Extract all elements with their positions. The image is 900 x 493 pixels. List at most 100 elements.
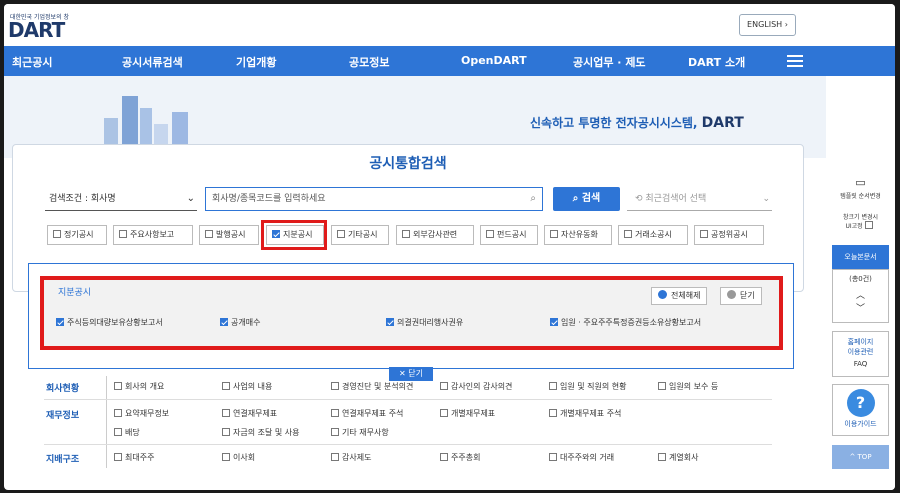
checkbox-icon [402, 230, 410, 238]
nav-doc-search[interactable]: 공시서류검색 [122, 54, 183, 70]
chip-label: 외부감사관련 [413, 230, 458, 239]
english-button[interactable]: ENGLISH › [739, 14, 796, 36]
close-tab-button[interactable]: ✕ 닫기 [389, 367, 433, 381]
checkbox-icon [549, 409, 557, 417]
user-guide-button[interactable]: ? 이용가이드 [832, 384, 889, 436]
grid-item[interactable]: 최대주주 [114, 452, 154, 463]
grid-item[interactable]: 자금의 조달 및 사용 [222, 427, 300, 438]
checkbox-icon [440, 409, 448, 417]
grid-item[interactable]: 기타 재무사항 [331, 427, 389, 438]
template-order-link[interactable]: 템플릿 순서변경 [826, 191, 895, 200]
ui-fixed-label: UI고정 [845, 223, 863, 230]
today-viewed-header: 오늘본문서 [832, 245, 889, 269]
check-circle-icon [658, 290, 667, 299]
chip-label: 기타공시 [348, 230, 378, 239]
grid-item[interactable]: 감사제도 [331, 452, 371, 463]
subitem-label: 공개매수 [231, 318, 261, 327]
grid-item-label: 연결재무제표 [233, 409, 278, 418]
grid-item[interactable]: 연결재무제표 [222, 408, 277, 419]
chip-label: 거래소공시 [635, 230, 672, 239]
nav-opendart[interactable]: OpenDART [461, 54, 527, 67]
grid-item-label: 감사인의 감사의견 [451, 382, 513, 391]
subitem-large-holding[interactable]: 주식등의대량보유상황보고서 [56, 318, 163, 328]
equity-subpanel-content: 지분공시 전체해제 닫기 주식등의대량보유상황보고서 공개매수 의결권대리행사권… [40, 276, 783, 350]
nav-recent[interactable]: 최근공시 [12, 54, 52, 70]
main-nav: 최근공시 공시서류검색 기업개황 공모정보 OpenDART 공시업무 · 제도… [4, 46, 895, 76]
chip-audit[interactable]: 외부감사관련 [396, 225, 474, 245]
grid-item[interactable]: 대주주와의 거래 [549, 452, 614, 463]
chip-periodic[interactable]: 정기공시 [47, 225, 107, 245]
chevron-up-icon[interactable]: ︿ [833, 288, 888, 301]
checkbox-icon [440, 382, 448, 390]
chip-securitization[interactable]: 자산유동화 [544, 225, 612, 245]
chip-label: 펀드공시 [497, 230, 527, 239]
grid-item[interactable]: 주주총회 [440, 452, 480, 463]
nav-company[interactable]: 기업개황 [236, 54, 276, 70]
homepage-label: 이용관련 [847, 348, 874, 356]
subitem-tender-offer[interactable]: 공개매수 [220, 318, 260, 328]
homepage-faq-button[interactable]: 홈페이지 이용관련 FAQ [832, 331, 889, 377]
grid-item[interactable]: 요약재무정보 [114, 408, 169, 419]
grid-item[interactable]: 경영진단 및 분석의견 [331, 381, 413, 392]
grid-item[interactable]: 임원 및 직원의 현황 [549, 381, 627, 392]
today-viewed-box: (총0건) ︿ ﹀ [832, 269, 889, 323]
chevron-down-icon: ⌄ [186, 193, 195, 204]
checkbox-checked-icon [550, 318, 558, 326]
faq-label: FAQ [853, 360, 868, 368]
chip-fund[interactable]: 펀드공시 [480, 225, 538, 245]
quick-sidebar: ▭ 템플릿 순서변경 창크기 변경시 UI고정 오늘본문서 (총0건) ︿ ﹀ … [826, 76, 895, 490]
grid-item[interactable]: 이사회 [222, 452, 255, 463]
grid-item-label: 이사회 [233, 453, 256, 462]
grid-item[interactable]: 연결재무제표 주석 [331, 408, 403, 419]
hero-tagline: 신속하고 투명한 전자공시시스템, DART [530, 114, 744, 131]
nav-offering[interactable]: 공모정보 [349, 54, 389, 70]
checkbox-icon [658, 453, 666, 461]
select-all-button[interactable]: 전체해제 [651, 287, 708, 305]
chip-exchange[interactable]: 거래소공시 [618, 225, 688, 245]
grid-item-label: 기타 재무사항 [342, 428, 389, 437]
subitem-executive[interactable]: 임원 · 주요주주특정증권등소유상황보고서 [550, 318, 720, 328]
grid-item-label: 요약재무정보 [125, 409, 170, 418]
checkbox-icon [331, 428, 339, 436]
search-input[interactable]: 회사명/종목코드를 입력하세요 ⌕ [205, 187, 543, 211]
checkbox-icon [440, 453, 448, 461]
grid-divider [44, 444, 772, 445]
chip-major[interactable]: 주요사항보고 [113, 225, 193, 245]
grid-item[interactable]: 회사의 개요 [114, 381, 164, 392]
close-circle-icon [727, 290, 736, 299]
grid-item-label: 계열회사 [669, 453, 699, 462]
nav-system[interactable]: 공시업무 · 제도 [573, 54, 646, 70]
checkbox-icon [331, 409, 339, 417]
grid-item[interactable]: 계열회사 [658, 452, 698, 463]
top-label: TOP [857, 453, 872, 461]
hamburger-menu-icon[interactable] [787, 55, 803, 67]
nav-about[interactable]: DART 소개 [688, 54, 745, 70]
close-label: 닫기 [740, 291, 755, 300]
chip-issuance[interactable]: 발행공시 [199, 225, 259, 245]
chip-other[interactable]: 기타공시 [331, 225, 389, 245]
grid-item[interactable]: 개별재무제표 주석 [549, 408, 621, 419]
search-condition-select[interactable]: 검색조건 : 회사명 ⌄ [45, 187, 197, 211]
subitem-proxy[interactable]: 의결권대리행사권유 [386, 318, 463, 328]
grid-item[interactable]: 감사인의 감사의견 [440, 381, 512, 392]
grid-item[interactable]: 임원의 보수 등 [658, 381, 718, 392]
chip-ftc[interactable]: 공정위공시 [694, 225, 764, 245]
ui-fixed-toggle[interactable]: UI고정 [826, 221, 895, 230]
subitem-label: 의결권대리행사권유 [397, 318, 464, 327]
checkbox-icon [331, 382, 339, 390]
recent-search-select[interactable]: ⟲ 최근검색어 선택 ⌄ [627, 187, 772, 211]
grid-item[interactable]: 배당 [114, 427, 140, 438]
subpanel-close-button[interactable]: 닫기 [720, 287, 762, 305]
chevron-down-icon[interactable]: ﹀ [833, 301, 888, 314]
chip-label: 공정위공시 [711, 230, 748, 239]
grid-item-label: 배당 [125, 428, 140, 437]
search-title: 공시통합검색 [369, 156, 447, 172]
grid-item[interactable]: 개별재무제표 [440, 408, 495, 419]
scroll-top-button[interactable]: ^ TOP [832, 445, 889, 469]
dart-logo[interactable]: DART [8, 18, 65, 42]
search-button[interactable]: ⌕ 검색 [553, 187, 620, 211]
grid-item[interactable]: 사업의 내용 [222, 381, 272, 392]
checkbox-icon [658, 382, 666, 390]
chevron-down-icon: ⌄ [762, 194, 770, 204]
english-label: ENGLISH [747, 20, 783, 29]
